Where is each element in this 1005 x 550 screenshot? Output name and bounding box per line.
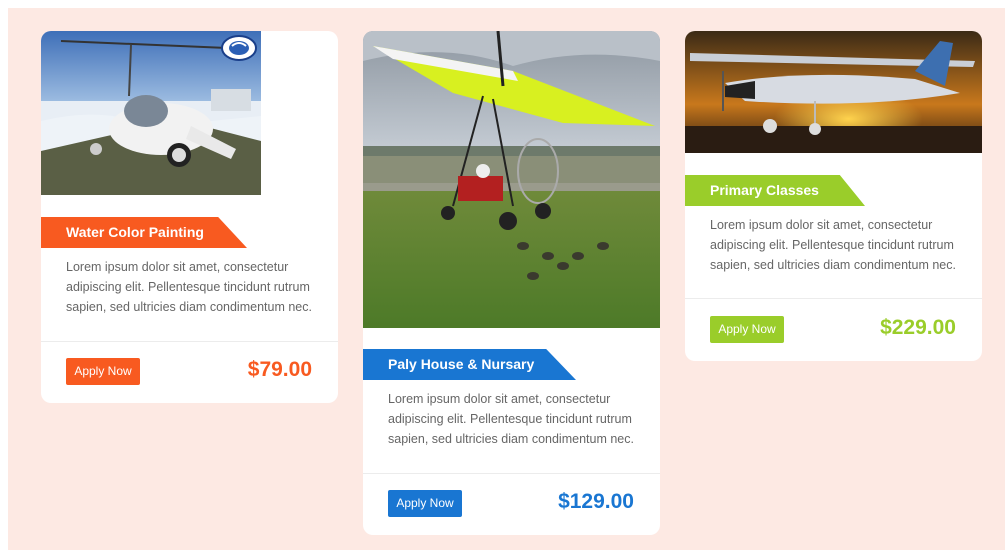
course-title: Primary Classes <box>685 175 865 206</box>
course-card-2: Paly House & Nursary Lorem ipsum dolor s… <box>363 31 660 535</box>
ultralight-trike-photo <box>363 31 660 328</box>
logo-badge <box>220 34 258 62</box>
course-price: $129.00 <box>558 490 634 513</box>
divider <box>363 473 660 474</box>
gyrocopter-photo <box>41 31 261 195</box>
courses-section: Water Color Painting Lorem ipsum dolor s… <box>8 8 1005 550</box>
sunset-airplane-photo <box>685 31 982 153</box>
apply-now-button[interactable]: Apply Now <box>710 316 784 343</box>
apply-now-button[interactable]: Apply Now <box>388 490 462 517</box>
divider <box>685 298 982 299</box>
divider <box>41 341 338 342</box>
course-description: Lorem ipsum dolor sit amet, consectetur … <box>710 218 956 272</box>
course-price: $79.00 <box>247 358 312 381</box>
course-description: Lorem ipsum dolor sit amet, consectetur … <box>66 260 312 314</box>
course-card-1: Water Color Painting Lorem ipsum dolor s… <box>41 31 338 403</box>
course-card-3: Primary Classes Lorem ipsum dolor sit am… <box>685 31 982 361</box>
course-description: Lorem ipsum dolor sit amet, consectetur … <box>388 392 634 446</box>
course-title: Paly House & Nursary <box>363 349 576 380</box>
apply-now-button[interactable]: Apply Now <box>66 358 140 385</box>
course-title: Water Color Painting <box>41 217 247 248</box>
course-price: $229.00 <box>880 316 956 339</box>
